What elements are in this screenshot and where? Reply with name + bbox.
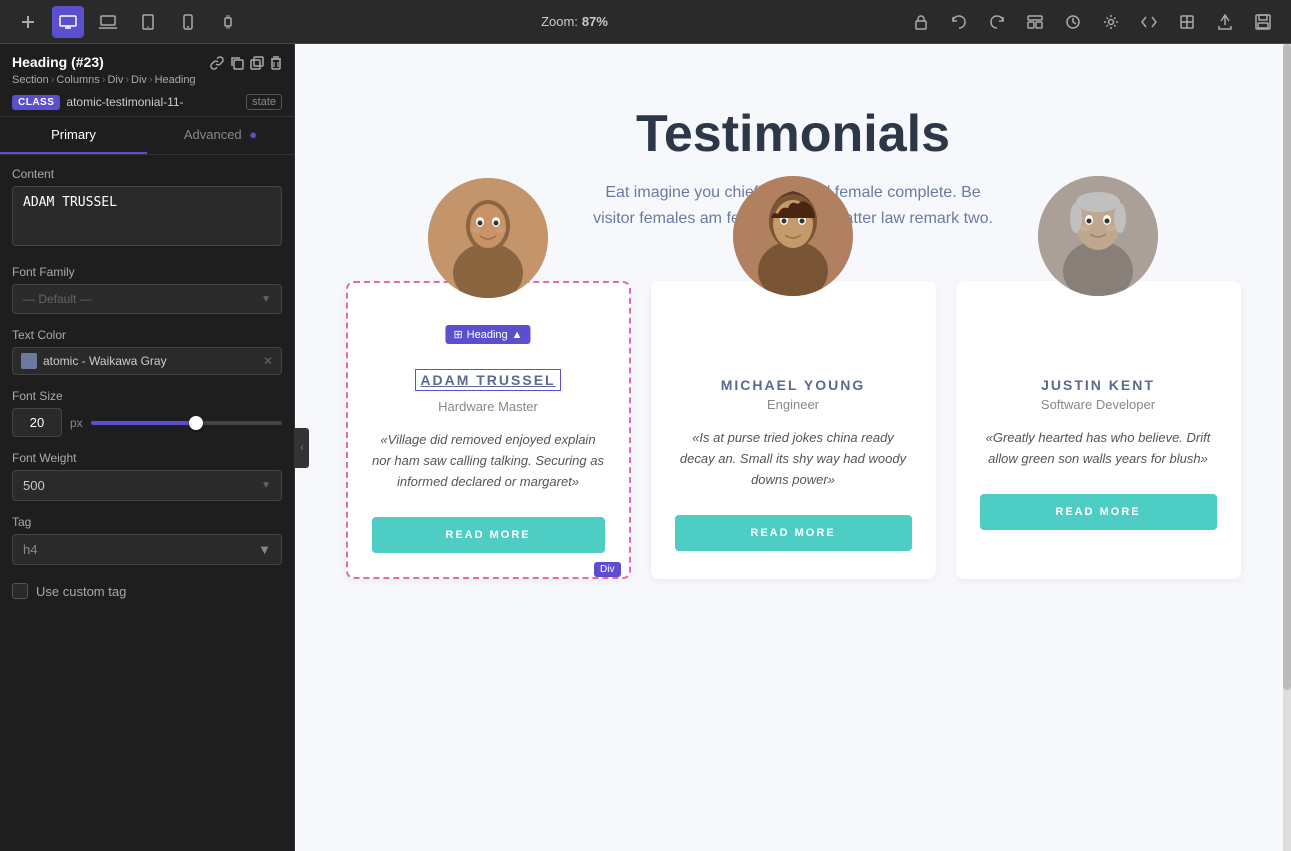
desktop-icon[interactable] [52,6,84,38]
slider-fill [91,421,196,425]
duplicate-icon[interactable] [250,56,264,73]
laptop-icon[interactable] [92,6,124,38]
color-remove-icon[interactable]: ✕ [263,354,273,368]
element-title: Heading (#23) [12,54,104,70]
cards-row: ⊞ Heading ▲ ADAM TRUSSEL Hardware Master… [335,281,1251,578]
canvas-scrollbar[interactable] [1283,44,1291,851]
tag-value: h4 [23,542,37,557]
add-icon[interactable] [12,6,44,38]
heading-tooltip-label: Heading [467,329,508,341]
toolbar-right-actions [905,6,1279,38]
lock-icon[interactable] [905,6,937,38]
font-weight-value: 500 [23,478,45,493]
read-more-btn-1[interactable]: READ MORE [372,517,605,553]
tag-select[interactable]: h4 ▼ [12,534,282,565]
person-quote-1: «Village did removed enjoyed explain nor… [372,430,605,492]
person-quote-3: «Greatly hearted has who believe. Drift … [980,428,1217,470]
font-size-label: Font Size [12,389,282,403]
color-swatch [21,353,37,369]
font-weight-select[interactable]: 500 ▼ [12,470,282,501]
person-role-2: Engineer [767,397,819,412]
color-selector[interactable]: atomic - Waikawa Gray ✕ [12,347,282,375]
state-badge: state [246,94,282,110]
undo-icon[interactable] [943,6,975,38]
class-name: atomic-testimonial-11- [66,95,240,109]
collapse-panel-button[interactable]: ‹ [295,428,309,468]
div-badge: Div [594,562,620,577]
zoom-value: 87% [582,14,608,29]
breadcrumb: Section › Columns › Div › Div › Heading [12,74,282,86]
content-label: Content [12,167,282,181]
font-weight-label: Font Weight [12,451,282,465]
main-toolbar: Zoom: 87% [0,0,1291,44]
redo-icon[interactable] [981,6,1013,38]
link-icon[interactable] [210,56,224,73]
heading-tooltip: ⊞ Heading ▲ [445,325,530,344]
tablet-icon[interactable] [132,6,164,38]
person-role-1: Hardware Master [438,399,538,414]
custom-tag-label: Use custom tag [36,584,126,599]
watch-icon[interactable] [212,6,244,38]
font-weight-field: Font Weight 500 ▼ [12,451,282,501]
font-size-field: Font Size px [12,389,282,437]
copy-icon[interactable] [230,56,244,73]
text-color-field: Text Color atomic - Waikawa Gray ✕ [12,328,282,375]
content-field: Content [12,167,282,251]
slider-thumb [189,416,203,430]
tag-field: Tag h4 ▼ [12,515,282,565]
avatar-3 [1038,176,1158,296]
class-badge: CLASS [12,95,60,110]
font-family-field: Font Family — Default — ▼ [12,265,282,314]
read-more-btn-3[interactable]: READ MORE [980,494,1217,530]
read-more-btn-2[interactable]: READ MORE [675,515,912,551]
color-tag: atomic - Waikawa Gray [43,354,257,368]
class-row: CLASS atomic-testimonial-11- state [12,94,282,110]
zoom-label: Zoom: [541,14,578,29]
testimonial-card-1[interactable]: ⊞ Heading ▲ ADAM TRUSSEL Hardware Master… [346,281,631,578]
font-size-unit: px [70,416,83,430]
canvas-area[interactable]: ‹ Testimonials Eat imagine you chiefly f… [295,44,1291,851]
zoom-info: Zoom: 87% [252,14,897,29]
person-name-3: JUSTIN KENT [1041,377,1155,393]
grid-icon[interactable] [1171,6,1203,38]
person-name-2: MICHAEL YOUNG [721,377,866,393]
text-color-label: Text Color [12,328,282,342]
custom-tag-checkbox[interactable] [12,583,28,599]
custom-tag-row: Use custom tag [12,583,282,599]
tab-advanced[interactable]: Advanced ● [147,117,294,154]
font-family-label: Font Family [12,265,282,279]
person-quote-2: «Is at purse tried jokes china ready dec… [675,428,912,490]
scrollbar-thumb [1283,44,1291,690]
avatar-2 [733,176,853,296]
main-layout: Heading (#23) Sectio [0,44,1291,851]
left-panel: Heading (#23) Sectio [0,44,295,851]
panel-content: Content Font Family — Default — ▼ Text C… [0,155,294,611]
settings-icon[interactable] [1095,6,1127,38]
delete-icon[interactable] [270,56,282,73]
tag-label: Tag [12,515,282,529]
heading-tooltip-icon: ⊞ [453,328,462,341]
person-role-3: Software Developer [1041,397,1155,412]
avatar-1 [428,178,548,298]
content-textarea[interactable] [12,186,282,246]
font-size-input[interactable] [12,408,62,437]
heading-tooltip-container: ⊞ Heading ▲ ADAM TRUSSEL [415,353,560,395]
panel-header: Heading (#23) Sectio [0,44,294,117]
tab-primary[interactable]: Primary [0,117,147,154]
export-icon[interactable] [1209,6,1241,38]
font-size-slider[interactable] [91,421,282,425]
testimonial-card-2[interactable]: MICHAEL YOUNG Engineer «Is at purse trie… [651,281,936,578]
history-icon[interactable] [1057,6,1089,38]
panel-tabs: Primary Advanced ● [0,117,294,155]
font-size-row: px [12,408,282,437]
font-family-select[interactable]: — Default — ▼ [12,284,282,314]
layout-icon[interactable] [1019,6,1051,38]
section-title: Testimonials [335,104,1251,164]
save-icon[interactable] [1247,6,1279,38]
person-name-1: ADAM TRUSSEL [415,369,560,391]
code-icon[interactable] [1133,6,1165,38]
testimonials-section: Testimonials Eat imagine you chiefly few… [295,44,1291,851]
testimonial-card-3[interactable]: JUSTIN KENT Software Developer «Greatly … [956,281,1241,578]
mobile-icon[interactable] [172,6,204,38]
